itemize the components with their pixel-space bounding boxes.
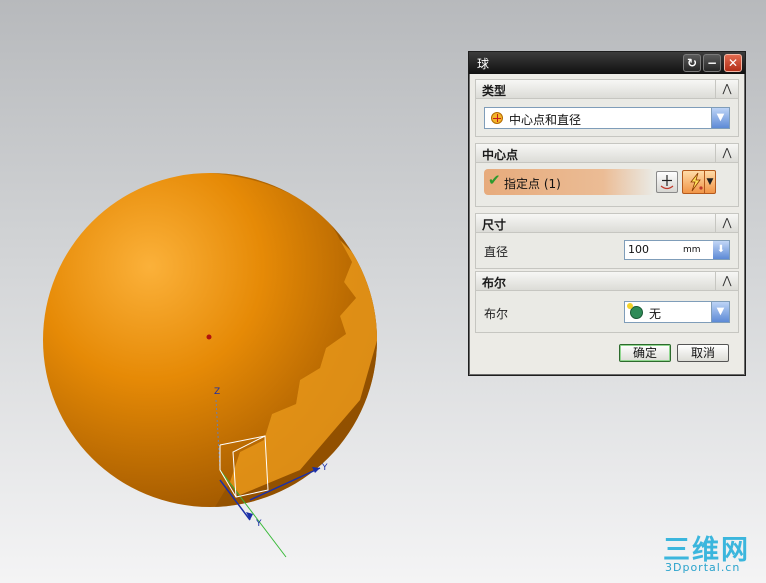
chevron-up-icon[interactable]: ⋀	[715, 80, 738, 98]
sphere-body[interactable]	[43, 160, 420, 520]
lightning-icon	[690, 172, 703, 192]
boolean-label: 布尔	[484, 307, 509, 321]
chevron-down-icon[interactable]: ▼	[711, 108, 729, 128]
cancel-button[interactable]: 取消	[677, 344, 729, 362]
boolean-none-icon	[627, 303, 643, 319]
type-section-label: 类型	[482, 84, 507, 98]
chevron-down-icon[interactable]: ▼	[711, 302, 729, 322]
y-axis-label: Y	[321, 463, 328, 473]
size-section-label: 尺寸	[482, 218, 507, 232]
type-section-body: 中心点和直径 ▼	[475, 99, 739, 137]
point-constructor-icon	[660, 175, 674, 190]
type-section-header[interactable]: 类型 ⋀	[475, 79, 739, 99]
size-section-header[interactable]: 尺寸 ⋀	[475, 213, 739, 233]
dialog-title-bar[interactable]: 球 ↻ − ✕	[469, 52, 745, 74]
boolean-section-label: 布尔	[482, 276, 507, 290]
sphere-dialog: 球 ↻ − ✕ 类型 ⋀ 中心点和直径 ▼ 中心点 ⋀ ✔ 指定点 (1) ▼ …	[468, 51, 746, 376]
specify-point-selector[interactable]: ✔ 指定点 (1)	[484, 169, 654, 195]
diameter-label: 直径	[484, 245, 509, 259]
arrow-down-icon[interactable]: ⬇	[713, 241, 729, 259]
watermark-url: 3Dportal.cn	[665, 561, 741, 574]
boolean-section-header[interactable]: 布尔 ⋀	[475, 271, 739, 291]
diameter-input[interactable]: 100 mm ⬇	[624, 240, 730, 260]
chevron-up-icon[interactable]: ⋀	[715, 144, 738, 162]
center-diameter-icon	[491, 112, 503, 124]
dialog-title: 球	[477, 57, 490, 71]
type-select[interactable]: 中心点和直径 ▼	[484, 107, 730, 129]
center-section-label: 中心点	[482, 148, 519, 162]
boolean-section-body: 布尔 无 ▼	[475, 291, 739, 333]
center-point-marker	[206, 334, 212, 340]
chevron-down-icon[interactable]: ▼	[704, 171, 715, 193]
type-select-value: 中心点和直径	[509, 113, 582, 127]
minimize-icon[interactable]: −	[703, 54, 721, 72]
center-section-body: ✔ 指定点 (1) ▼	[475, 163, 739, 207]
boolean-select-value: 无	[649, 307, 662, 321]
reset-icon[interactable]: ↻	[683, 54, 701, 72]
chevron-up-icon[interactable]: ⋀	[715, 272, 738, 290]
inferred-point-button[interactable]: ▼	[682, 170, 716, 194]
z-axis-label: Z	[214, 387, 220, 397]
center-section-header[interactable]: 中心点 ⋀	[475, 143, 739, 163]
site-watermark: 三维网 3Dportal.cn	[663, 528, 763, 578]
boolean-select[interactable]: 无 ▼	[624, 301, 730, 323]
x-axis-label: Y	[255, 519, 262, 529]
check-icon: ✔	[488, 171, 501, 189]
ok-button[interactable]: 确定	[619, 344, 671, 362]
chevron-up-icon[interactable]: ⋀	[715, 214, 738, 232]
close-icon[interactable]: ✕	[724, 54, 742, 72]
size-section-body: 直径 100 mm ⬇	[475, 233, 739, 269]
diameter-unit: mm	[683, 245, 701, 255]
specify-point-label: 指定点 (1)	[504, 177, 561, 191]
point-dialog-button[interactable]	[656, 171, 678, 193]
diameter-value: 100	[628, 243, 649, 256]
